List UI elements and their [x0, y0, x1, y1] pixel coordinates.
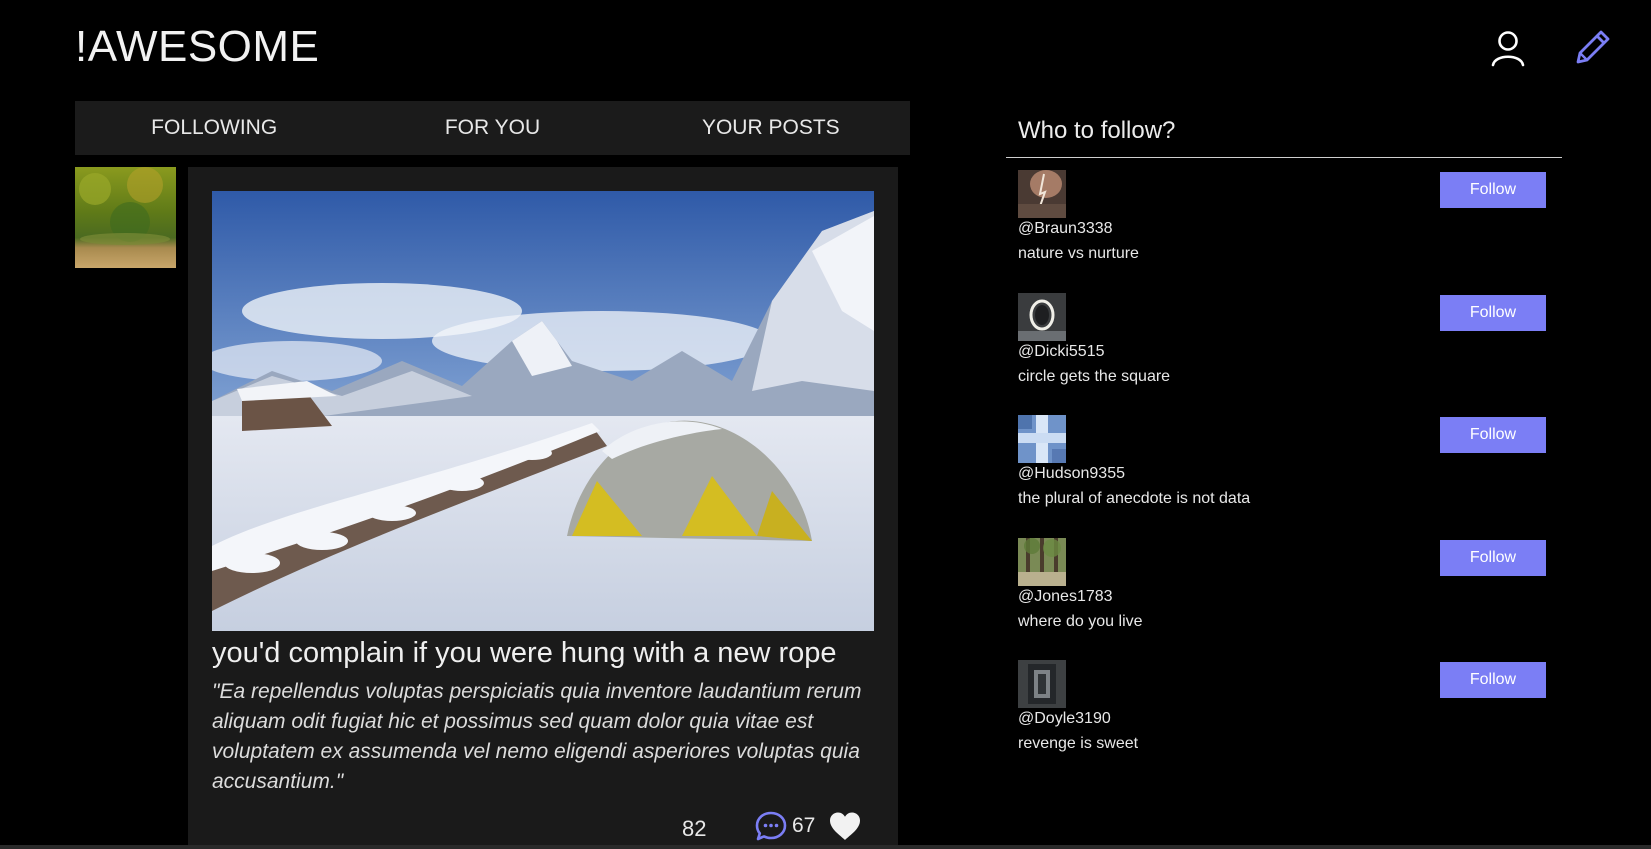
suggestion-bio: circle gets the square	[1018, 367, 1171, 385]
follow-button[interactable]: Follow	[1440, 417, 1546, 453]
avatar[interactable]	[1018, 537, 1066, 586]
post-image[interactable]	[212, 191, 874, 631]
avatar[interactable]	[1018, 292, 1066, 341]
suggestion-item: @Braun3338 nature vs nurture Follow	[1006, 158, 1562, 281]
suggestion-bio: nature vs nurture	[1018, 245, 1139, 262]
avatar[interactable]	[1018, 415, 1066, 463]
tab-following[interactable]: FOLLOWING	[75, 101, 353, 155]
suggestion-item: @Doyle3190 revenge is sweet Follow	[1006, 648, 1562, 771]
feed-tabs: FOLLOWING FOR YOU YOUR POSTS	[75, 101, 910, 155]
suggestion-handle[interactable]: @Dicki5515	[1018, 343, 1105, 361]
like-count: 67	[792, 814, 816, 837]
who-to-follow-panel: Who to follow? @Braun3338 nature vs nurt…	[1006, 101, 1562, 771]
follow-button[interactable]: Follow	[1440, 294, 1546, 331]
heart-icon[interactable]	[828, 811, 862, 841]
suggestion-bio: where do you live	[1018, 612, 1143, 630]
suggestion-bio: the plural of anecdote is not data	[1018, 490, 1251, 507]
follow-button[interactable]: Follow	[1440, 172, 1546, 208]
avatar[interactable]	[1018, 170, 1066, 218]
suggestion-handle[interactable]: @Jones1783	[1018, 588, 1113, 606]
post-card: you'd complain if you were hung with a n…	[188, 167, 898, 849]
pencil-icon[interactable]	[1568, 24, 1616, 72]
comment-icon[interactable]	[754, 810, 788, 842]
avatar[interactable]	[1018, 660, 1066, 708]
suggestion-item: @Jones1783 where do you live Follow	[1006, 526, 1562, 649]
user-icon[interactable]	[1488, 28, 1528, 68]
follow-button[interactable]: Follow	[1440, 539, 1546, 576]
comment-count: 82	[682, 816, 707, 841]
tab-your-posts[interactable]: YOUR POSTS	[632, 101, 910, 155]
suggestion-item: @Hudson9355 the plural of anecdote is no…	[1006, 403, 1562, 526]
post-title: you'd complain if you were hung with a n…	[212, 637, 837, 669]
follow-button[interactable]: Follow	[1440, 662, 1546, 698]
tab-for-you[interactable]: FOR YOU	[353, 101, 631, 155]
suggestion-handle[interactable]: @Doyle3190	[1018, 710, 1111, 728]
sidebar-title: Who to follow?	[1006, 101, 1562, 158]
post-stats: 82 67	[212, 808, 874, 848]
post-author-avatar[interactable]	[75, 167, 176, 268]
suggestion-handle[interactable]: @Hudson9355	[1018, 465, 1125, 483]
suggestion-handle[interactable]: @Braun3338	[1018, 220, 1113, 238]
suggestion-item: @Dicki5515 circle gets the square Follow	[1006, 281, 1562, 404]
scrollbar-track[interactable]	[0, 845, 1651, 849]
app-logo[interactable]: !AWESOME	[75, 22, 319, 72]
post-body: "Ea repellendus voluptas perspiciatis qu…	[212, 680, 862, 793]
suggestion-bio: revenge is sweet	[1018, 735, 1139, 752]
